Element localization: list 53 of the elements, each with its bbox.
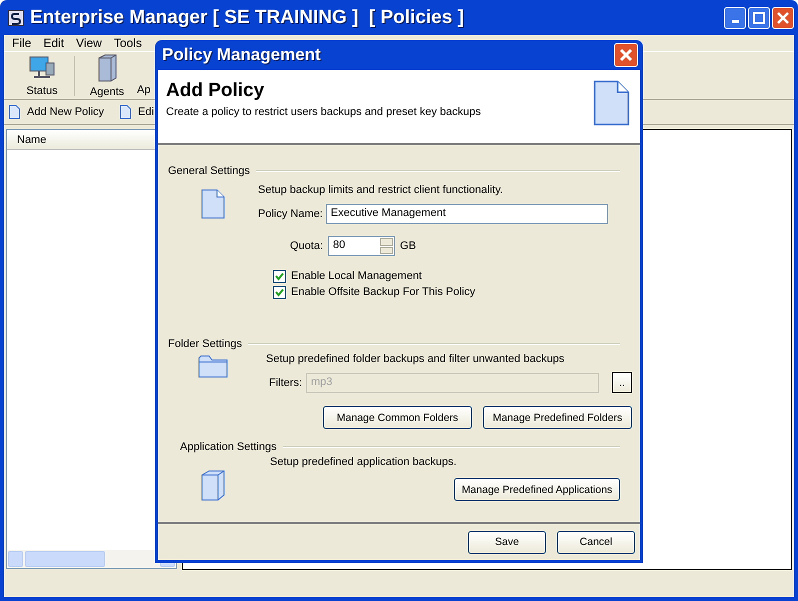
- field-label: Policy Name:: [258, 208, 323, 220]
- toolbar-link[interactable]: Edi: [138, 106, 154, 118]
- close-icon: [619, 48, 633, 62]
- section-description: Setup predefined folder backups and filter unwanted backups: [266, 353, 566, 365]
- maximize-button[interactable]: [748, 6, 770, 28]
- toolbar-button[interactable]: Agents: [90, 86, 124, 98]
- dialog-subtitle: Create a policy to restrict users backups and preset key backups: [166, 106, 482, 118]
- document-icon: [120, 105, 132, 119]
- section-heading: General Settings: [168, 165, 250, 177]
- horizontal-scrollbar[interactable]: [7, 550, 176, 568]
- browse-button[interactable]: ..: [612, 372, 632, 393]
- menu-item[interactable]: Edit: [37, 36, 70, 50]
- section-heading: Folder Settings: [168, 338, 242, 350]
- toolbar-link[interactable]: Add New Policy: [27, 106, 104, 118]
- toolbar-button[interactable]: Status: [26, 84, 58, 96]
- minimize-button[interactable]: [724, 6, 746, 28]
- maximize-icon: [753, 12, 765, 24]
- quota-spinner[interactable]: 80: [328, 236, 396, 256]
- application-icon: [200, 470, 226, 501]
- close-icon: [777, 12, 789, 24]
- menu-item[interactable]: View: [70, 36, 108, 50]
- menu-item[interactable]: Tools: [108, 36, 148, 50]
- document-icon: [201, 189, 225, 219]
- field-label: Quota:: [290, 240, 324, 252]
- monitor-icon: [28, 54, 56, 80]
- manage-button[interactable]: Manage Common Folders: [323, 406, 472, 429]
- checkbox-label: Enable Local Management: [291, 270, 422, 282]
- document-icon: [9, 105, 20, 119]
- section-description: Setup backup limits and restrict client functionality.: [258, 184, 504, 196]
- checkbox-label: Enable Offsite Backup For This Policy: [291, 286, 476, 298]
- server-icon: [96, 54, 118, 82]
- manage-button[interactable]: Manage Predefined Applications: [454, 478, 620, 501]
- section-description: Setup predefined application backups.: [270, 456, 458, 468]
- dialog-heading: Add Policy: [166, 80, 266, 102]
- dialog-title: Policy Management: [162, 45, 321, 65]
- document-icon: [593, 80, 630, 126]
- menu-item[interactable]: File: [6, 36, 38, 50]
- minimize-icon: [732, 20, 738, 23]
- checkbox[interactable]: [273, 270, 286, 282]
- manage-button[interactable]: Manage Predefined Folders: [483, 406, 632, 429]
- policy-name-field[interactable]: Executive Management: [326, 204, 608, 224]
- unit-label: GB: [400, 240, 416, 252]
- close-button[interactable]: [614, 43, 638, 67]
- section-heading: Application Settings: [180, 441, 277, 453]
- toolbar-button[interactable]: Ap: [137, 84, 150, 96]
- close-button[interactable]: [772, 6, 794, 28]
- dialog-button[interactable]: Cancel: [557, 530, 635, 554]
- field-label: Filters:: [269, 376, 302, 388]
- folder-icon: [198, 354, 228, 378]
- dialog-button[interactable]: Save: [468, 530, 546, 554]
- checkbox[interactable]: [273, 286, 286, 298]
- window-title: Enterprise Manager [ SE TRAINING ] [ Policies ]: [30, 6, 464, 28]
- app-icon: [8, 10, 24, 26]
